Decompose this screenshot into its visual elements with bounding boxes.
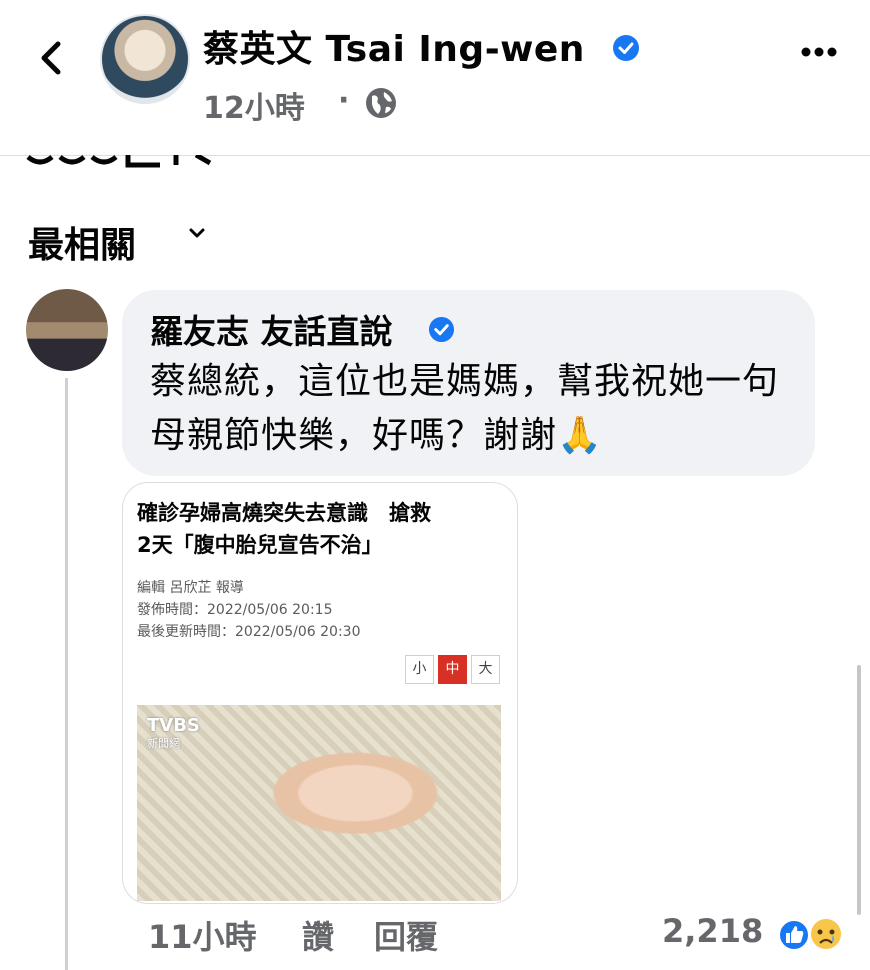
article-headline-line2: 2天「腹中胎兒宣告不治」 [137, 533, 383, 557]
comment-author[interactable]: 羅友志 友話直說 [150, 305, 393, 353]
globe-icon [366, 88, 396, 118]
article-editor: 編輯 呂欣芷 報導 [137, 580, 244, 596]
page-name[interactable]: 蔡英文 Tsai Ing-wen [203, 20, 585, 72]
chevron-down-icon[interactable] [186, 222, 208, 244]
sad-reaction-icon[interactable] [808, 916, 844, 952]
baby-feet-photo: TVBS 新聞網 [137, 705, 501, 901]
sort-selector[interactable]: 最相關 [28, 216, 136, 268]
commenter-avatar[interactable] [26, 289, 108, 371]
verified-badge-icon [428, 316, 455, 343]
scrollbar[interactable] [857, 665, 861, 915]
article-headline: 確診孕婦高燒突失去意識 搶救 2天「腹中胎兒宣告不治」 [137, 497, 507, 561]
separator-dot: · [338, 83, 350, 118]
more-horizontal-icon[interactable] [800, 46, 838, 58]
post-time[interactable]: 12小時 [203, 83, 305, 127]
tvbs-logo-sub: 新聞網 [147, 737, 180, 750]
article-published: 發佈時間：2022/05/06 20:15 [137, 602, 333, 618]
font-size-small-button: 小 [405, 655, 434, 684]
reaction-count[interactable]: 2,218 [662, 912, 763, 950]
cut-off-text-fragment [26, 155, 212, 168]
comment-time[interactable]: 11小時 [148, 912, 257, 958]
reply-button[interactable]: 回覆 [374, 912, 438, 958]
page-avatar[interactable] [100, 14, 190, 104]
comment-thread-line [65, 378, 68, 970]
article-updated: 最後更新時間：2022/05/06 20:30 [137, 624, 361, 640]
like-button[interactable]: 讚 [302, 912, 334, 958]
post-header: 蔡英文 Tsai Ing-wen 12小時 · [0, 0, 870, 156]
comment-text: 蔡總統，這位也是媽媽，幫我祝她一句母親節快樂，好嗎？謝謝🙏 [150, 361, 780, 456]
article-headline-line1: 確診孕婦高燒突失去意識 搶救 [137, 501, 431, 525]
attached-article-image[interactable]: 確診孕婦高燒突失去意識 搶救 2天「腹中胎兒宣告不治」 編輯 呂欣芷 報導 發佈… [122, 482, 518, 904]
verified-badge-icon [613, 35, 639, 61]
font-size-large-button: 大 [471, 655, 500, 684]
chevron-left-icon[interactable] [34, 38, 68, 78]
font-size-medium-button: 中 [438, 655, 467, 684]
like-reaction-icon[interactable] [777, 918, 811, 952]
tvbs-logo: TVBS [147, 715, 200, 736]
